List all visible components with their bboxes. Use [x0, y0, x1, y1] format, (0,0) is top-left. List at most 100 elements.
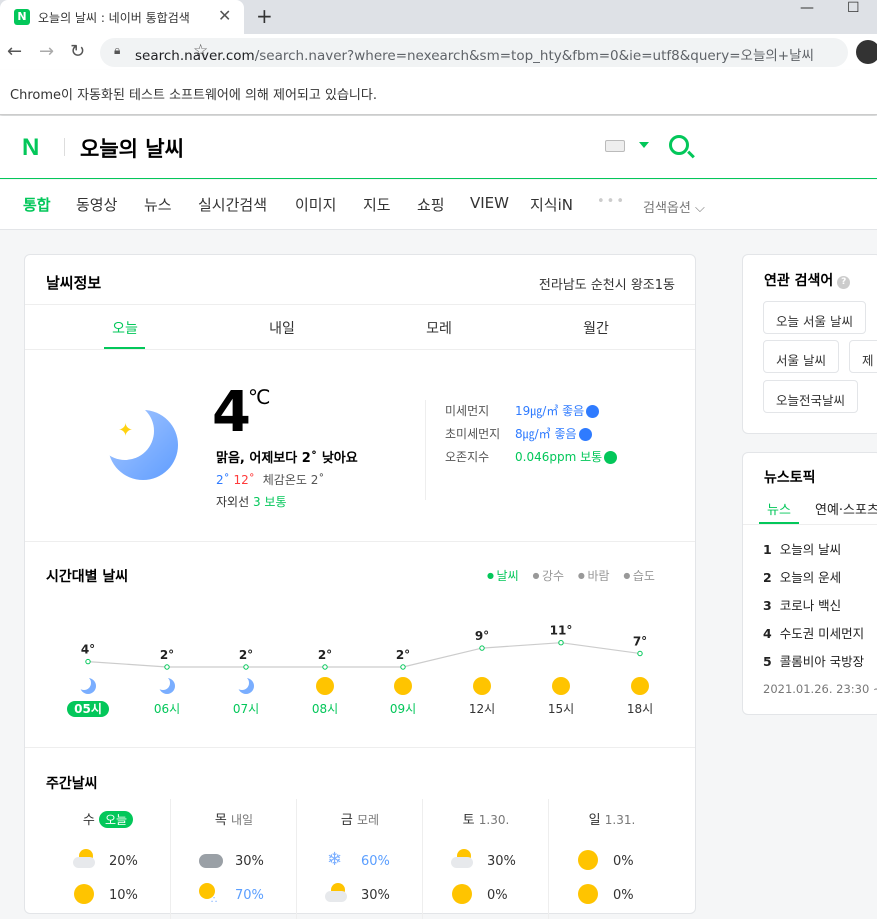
- tab-monthly[interactable]: 월간: [566, 318, 626, 338]
- search-icon[interactable]: [669, 135, 689, 155]
- news-item[interactable]: 3 코로나 백신: [763, 595, 841, 614]
- search-input[interactable]: 오늘의 날씨: [80, 133, 184, 163]
- tab-2[interactable]: 뉴스: [144, 194, 172, 215]
- am-forecast: ❄ 60%: [297, 849, 423, 873]
- day-tabs: 오늘 내일 모레 월간: [25, 305, 695, 350]
- related-chip[interactable]: 제: [849, 340, 877, 373]
- sun-icon: [394, 677, 412, 695]
- related-chip[interactable]: 서울 날씨: [763, 340, 839, 373]
- weather-desc: 맑음, 어제보다 2˚ 낮아요: [216, 451, 358, 466]
- tab-7[interactable]: VIEW: [470, 194, 509, 212]
- address-bar: ← → ↻ 🔒︎ search.naver.com/search.naver?w…: [0, 34, 877, 70]
- tab-3[interactable]: 실시간검색: [198, 194, 267, 215]
- weekly-day[interactable]: 토 1.30. 30% 0%: [423, 799, 549, 919]
- related-searches: 연관 검색어? 오늘 서울 날씨 서울 날씨 제 오늘전국날씨: [742, 254, 877, 434]
- temp-point: [243, 664, 249, 670]
- news-title: 뉴스토픽: [764, 470, 816, 486]
- hour-label: 05시: [63, 700, 113, 717]
- tab-today[interactable]: 오늘: [95, 318, 155, 338]
- news-item[interactable]: 4 수도권 미세먼지: [763, 623, 864, 642]
- keyboard-icon[interactable]: [605, 140, 625, 152]
- tab-day-after[interactable]: 모레: [409, 318, 469, 338]
- star-icon: ✦: [118, 420, 134, 441]
- related-title: 연관 검색어: [764, 273, 834, 289]
- tab-1[interactable]: 동영상: [76, 194, 117, 215]
- temp-point: [558, 640, 564, 646]
- temp-point: [85, 658, 91, 665]
- cloud-icon: [199, 849, 223, 871]
- tab-0[interactable]: 통합: [23, 194, 51, 215]
- tab-close-icon[interactable]: ✕: [218, 6, 231, 25]
- weekly-day[interactable]: 금 모레 ❄ 60% 30%: [297, 799, 423, 919]
- air-label: 미세먼지: [445, 404, 490, 418]
- hour-label: 12시: [468, 702, 496, 716]
- related-chip[interactable]: 오늘전국날씨: [763, 380, 859, 413]
- back-icon[interactable]: ←: [7, 41, 22, 62]
- tab-4[interactable]: 이미지: [295, 194, 336, 215]
- news-item[interactable]: 1 오늘의 날씨: [763, 539, 841, 558]
- weather-card-header: 날씨정보 전라남도 순천시 왕조1동: [25, 255, 695, 305]
- naver-header: N 오늘의 날씨: [0, 116, 877, 179]
- day-label: 일 1.31.: [588, 813, 636, 828]
- feels-like: 체감온도 2˚: [262, 473, 325, 487]
- am-precip: 20%: [109, 854, 138, 869]
- temp-point: [637, 650, 643, 657]
- autocomplete-toggle-icon[interactable]: [639, 142, 649, 148]
- am-precip: 30%: [487, 854, 516, 869]
- search-options-button[interactable]: 검색옵션 ⌵: [643, 197, 705, 216]
- air-ozone: 오존지수 0.046ppm 보통: [445, 448, 618, 465]
- active-tab-indicator: [104, 347, 145, 349]
- weekly-title: 주간날씨: [46, 776, 98, 792]
- url-field[interactable]: 🔒︎ search.naver.com/search.naver?where=n…: [100, 38, 848, 67]
- news-item[interactable]: 2 오늘의 운세: [763, 567, 841, 586]
- pm-precip: 30%: [361, 888, 390, 903]
- bookmark-star-icon[interactable]: ☆: [193, 41, 838, 61]
- tab-5[interactable]: 지도: [363, 194, 391, 215]
- tab-entertainment[interactable]: 연예·스포츠: [815, 499, 877, 518]
- neutral-face-icon: [604, 451, 618, 464]
- day-label: 목 내일: [214, 813, 254, 828]
- hour-label: 08시: [311, 702, 339, 716]
- tab-8[interactable]: 지식iN: [530, 194, 573, 215]
- weekly-day[interactable]: 일 1.31. 0% 0%: [549, 799, 675, 919]
- tab-news[interactable]: 뉴스: [767, 499, 791, 518]
- air-label: 오존지수: [445, 450, 490, 464]
- temp-label: 2°: [318, 648, 332, 662]
- news-item[interactable]: 5 콜롬비아 국방장: [763, 651, 864, 670]
- weather-title: 날씨정보: [46, 274, 102, 292]
- moon-icon: [156, 676, 175, 694]
- weekly-day[interactable]: 수 오늘 20% 10%: [45, 799, 171, 919]
- reload-icon[interactable]: ↻: [70, 41, 85, 62]
- moon-icon: [77, 676, 96, 694]
- naver-logo[interactable]: N: [22, 134, 39, 162]
- air-ultrafine-dust: 초미세먼지 8㎍/㎥ 좋음: [445, 425, 592, 442]
- weekly-day[interactable]: 목 내일 30% ∴ 70%: [171, 799, 297, 919]
- temp-label: 2°: [239, 648, 253, 662]
- weather-location[interactable]: 전라남도 순천시 왕조1동: [539, 274, 675, 293]
- hour-label: 06시: [153, 702, 181, 716]
- temp-label: 11°: [550, 624, 573, 638]
- am-precip: 60%: [361, 854, 390, 869]
- tab-6[interactable]: 쇼핑: [417, 194, 445, 215]
- new-tab-button[interactable]: +: [256, 4, 273, 28]
- air-value: 0.046ppm 보통: [515, 448, 618, 465]
- maximize-icon[interactable]: ☐: [847, 0, 860, 16]
- pm-forecast: ∴ 70%: [171, 883, 297, 907]
- help-icon[interactable]: ?: [837, 276, 851, 289]
- tab-title: 오늘의 날씨 : 네이버 통합검색: [38, 11, 190, 25]
- tab-tomorrow[interactable]: 내일: [252, 318, 312, 338]
- forward-icon[interactable]: →: [39, 41, 54, 62]
- profile-avatar[interactable]: [856, 40, 877, 64]
- pm-precip: 70%: [235, 888, 264, 903]
- air-label: 초미세먼지: [445, 427, 501, 441]
- pm-precip: 10%: [109, 888, 138, 903]
- more-tabs-icon[interactable]: •••: [597, 194, 626, 209]
- related-chip[interactable]: 오늘 서울 날씨: [763, 301, 866, 334]
- am-forecast: 0%: [549, 849, 675, 873]
- min-max-temp: 2˚ 12˚ 체감온도 2˚: [216, 471, 324, 488]
- air-fine-dust: 미세먼지 19㎍/㎥ 좋음: [445, 402, 600, 419]
- temp-label: 2°: [396, 648, 410, 662]
- minimize-icon[interactable]: —: [800, 0, 814, 16]
- browser-tab[interactable]: N 오늘의 날씨 : 네이버 통합검색 ✕: [0, 0, 244, 34]
- moon-icon: [235, 676, 254, 694]
